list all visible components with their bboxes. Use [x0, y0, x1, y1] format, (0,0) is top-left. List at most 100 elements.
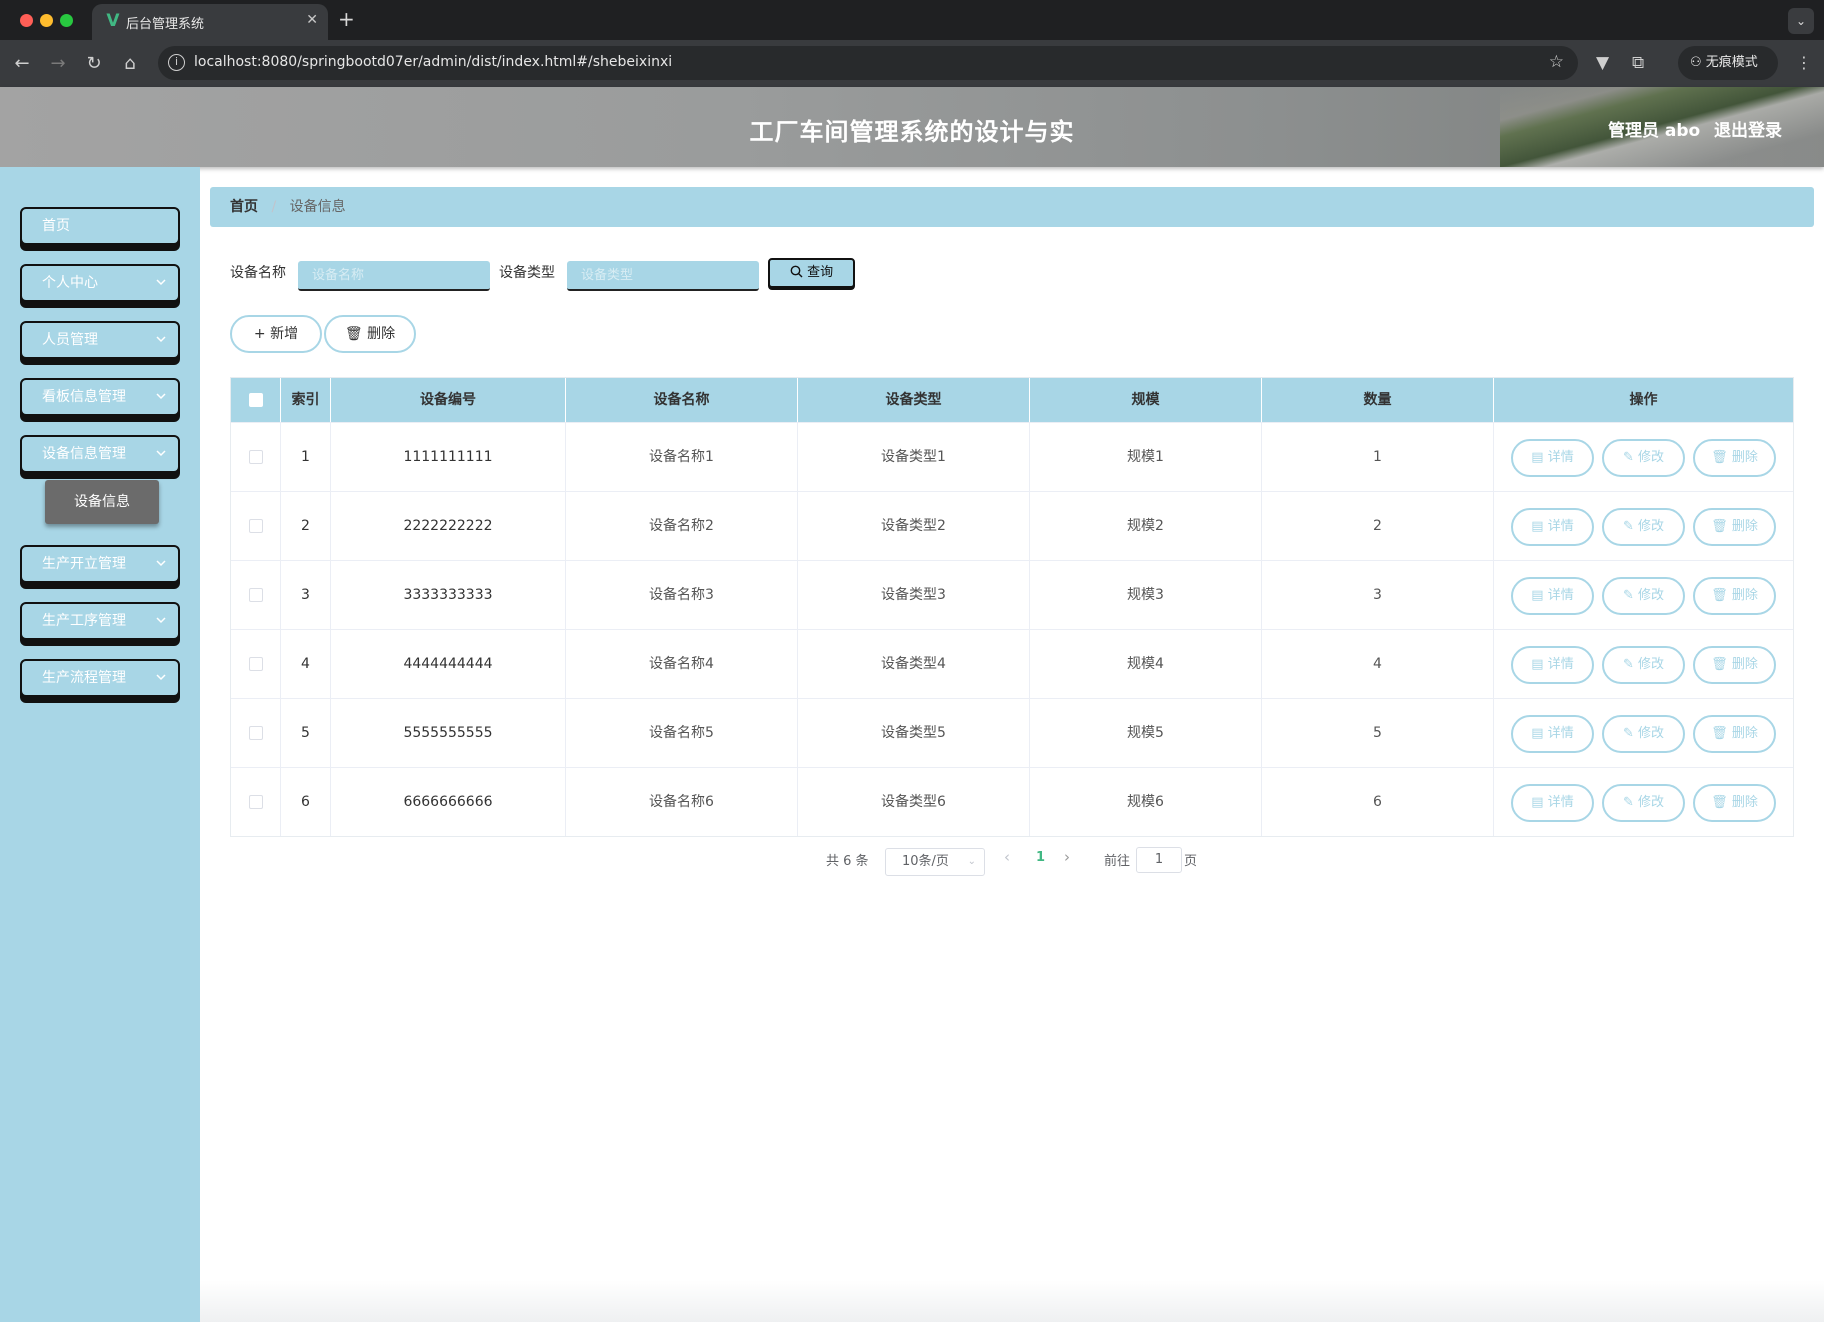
page-size-value: 10条/页 — [902, 854, 949, 869]
cell-quantity: 6 — [1262, 768, 1494, 836]
sidebar-item-label: 看板信息管理 — [42, 389, 126, 405]
row-detail-button[interactable]: ▤ 详情 — [1511, 784, 1594, 822]
cell-equipment-type: 设备类型1 — [798, 423, 1030, 491]
pencil-icon: ✎ — [1622, 519, 1638, 534]
row-delete-button[interactable]: 🗑 删除 — [1693, 577, 1776, 615]
equipment-name-input[interactable] — [298, 261, 490, 291]
row-checkbox[interactable] — [248, 657, 263, 671]
incognito-indicator[interactable]: ⚇ 无痕模式 — [1678, 46, 1778, 80]
page-number-current[interactable]: 1 — [1036, 850, 1045, 865]
next-page-icon[interactable]: › — [1064, 848, 1070, 866]
equipment-type-input[interactable] — [567, 261, 759, 291]
tab-search-chevron-icon[interactable]: ⌄ — [1788, 8, 1814, 34]
col-equipment-type: 设备类型 — [798, 378, 1030, 422]
goto-page-input[interactable]: 1 — [1136, 847, 1182, 873]
cell-equipment-no: 4444444444 — [331, 630, 566, 698]
sidebar-item-production-flow[interactable]: 生产流程管理 — [20, 659, 180, 697]
row-delete-button[interactable]: 🗑 删除 — [1693, 715, 1776, 753]
prev-page-icon[interactable]: ‹ — [1004, 848, 1010, 866]
row-edit-button[interactable]: ✎ 修改 — [1602, 577, 1685, 615]
row-op-label: 详情 — [1547, 450, 1574, 465]
row-edit-button[interactable]: ✎ 修改 — [1602, 784, 1685, 822]
cell-equipment-name: 设备名称4 — [566, 630, 798, 698]
browser-tab[interactable]: V 后台管理系统 ✕ — [92, 4, 328, 40]
site-info-icon[interactable]: i — [168, 54, 185, 71]
row-op-label: 详情 — [1547, 519, 1574, 534]
row-checkbox[interactable] — [248, 450, 263, 464]
page-size-select[interactable]: 10条/页 ⌄ — [885, 848, 985, 876]
cell-equipment-no: 2222222222 — [331, 492, 566, 560]
cell-scale: 规模5 — [1030, 699, 1262, 767]
row-operations: ▤ 详情 ✎ 修改 🗑 删除 — [1494, 492, 1793, 560]
batch-delete-button[interactable]: 🗑 删除 — [324, 315, 416, 353]
sidebar-item-production-process[interactable]: 生产工序管理 — [20, 602, 180, 640]
row-select-cell — [231, 492, 281, 560]
home-icon[interactable]: ⌂ — [118, 52, 142, 76]
row-edit-button[interactable]: ✎ 修改 — [1602, 715, 1685, 753]
col-quantity: 数量 — [1262, 378, 1494, 422]
row-edit-button[interactable]: ✎ 修改 — [1602, 646, 1685, 684]
tab-close-icon[interactable]: ✕ — [306, 12, 318, 28]
trash-icon: 🗑 — [1711, 588, 1732, 603]
address-bar[interactable]: i localhost:8080/springbootd07er/admin/d… — [158, 46, 1578, 80]
document-icon: ▤ — [1531, 657, 1548, 672]
table-row: 1 1111111111 设备名称1 设备类型1 规模1 1 ▤ 详情 ✎ 修改 🗑 删除 — [231, 422, 1793, 491]
bookmark-star-icon[interactable]: ☆ — [1549, 52, 1564, 72]
document-icon: ▤ — [1531, 588, 1548, 603]
row-checkbox[interactable] — [248, 519, 263, 533]
forward-icon[interactable]: → — [46, 52, 70, 76]
browser-tab-bar: V 后台管理系统 ✕ + ⌄ — [0, 0, 1824, 40]
row-delete-button[interactable]: 🗑 删除 — [1693, 646, 1776, 684]
sidebar-item-equipment[interactable]: 设备信息管理 — [20, 435, 180, 473]
row-edit-button[interactable]: ✎ 修改 — [1602, 508, 1685, 546]
row-delete-button[interactable]: 🗑 删除 — [1693, 784, 1776, 822]
maximize-window-icon[interactable] — [60, 14, 73, 27]
url-text[interactable]: localhost:8080/springbootd07er/admin/dis… — [194, 54, 672, 70]
back-icon[interactable]: ← — [10, 52, 34, 76]
row-checkbox[interactable] — [248, 588, 263, 602]
sidebar-item-label: 人员管理 — [42, 332, 98, 348]
row-op-label: 删除 — [1731, 726, 1758, 741]
sidebar-item-personnel[interactable]: 人员管理 — [20, 321, 180, 359]
browser-menu-icon[interactable]: ⋮ — [1796, 54, 1812, 72]
sidebar-item-home[interactable]: 首页 — [20, 207, 180, 245]
batch-delete-label: 删除 — [367, 326, 396, 342]
row-detail-button[interactable]: ▤ 详情 — [1511, 439, 1594, 477]
reload-icon[interactable]: ↻ — [82, 52, 106, 76]
cell-equipment-type: 设备类型6 — [798, 768, 1030, 836]
sidebar-subitem-equipment-info[interactable]: 设备信息 — [45, 480, 159, 524]
col-operations: 操作 — [1629, 392, 1658, 408]
add-button[interactable]: + 新增 — [230, 315, 322, 353]
row-checkbox[interactable] — [248, 795, 263, 809]
row-delete-button[interactable]: 🗑 删除 — [1693, 508, 1776, 546]
breadcrumb-home[interactable]: 首页 — [230, 199, 258, 215]
sidebar-item-production-open[interactable]: 生产开立管理 — [20, 545, 180, 583]
close-window-icon[interactable] — [20, 14, 33, 27]
new-tab-icon[interactable]: + — [338, 8, 355, 30]
minimize-window-icon[interactable] — [40, 14, 53, 27]
chevron-down-icon: ⌄ — [967, 856, 976, 867]
row-edit-button[interactable]: ✎ 修改 — [1602, 439, 1685, 477]
row-detail-button[interactable]: ▤ 详情 — [1511, 646, 1594, 684]
cell-index: 2 — [281, 492, 331, 560]
query-button[interactable]: 查询 — [768, 258, 855, 288]
row-delete-button[interactable]: 🗑 删除 — [1693, 439, 1776, 477]
footer-shadow — [200, 1280, 1824, 1322]
sidebar-item-kanban[interactable]: 看板信息管理 — [20, 378, 180, 416]
extensions-puzzle-icon[interactable]: ⧉ — [1632, 52, 1644, 74]
select-all-checkbox[interactable] — [248, 393, 263, 407]
row-detail-button[interactable]: ▤ 详情 — [1511, 715, 1594, 753]
pencil-icon: ✎ — [1622, 726, 1638, 741]
row-detail-button[interactable]: ▤ 详情 — [1511, 577, 1594, 615]
row-checkbox[interactable] — [248, 726, 263, 740]
col-index: 索引 — [281, 378, 331, 422]
row-detail-button[interactable]: ▤ 详情 — [1511, 508, 1594, 546]
logout-link[interactable]: 退出登录 — [1714, 116, 1782, 141]
cell-index: 5 — [281, 699, 331, 767]
row-operations: ▤ 详情 ✎ 修改 🗑 删除 — [1494, 768, 1793, 836]
cell-quantity: 2 — [1262, 492, 1494, 560]
vue-devtools-extension-icon[interactable]: ▼ — [1596, 52, 1609, 74]
page-suffix: 页 — [1184, 854, 1198, 869]
row-op-label: 详情 — [1547, 795, 1574, 810]
sidebar-item-personal-center[interactable]: 个人中心 — [20, 264, 180, 302]
